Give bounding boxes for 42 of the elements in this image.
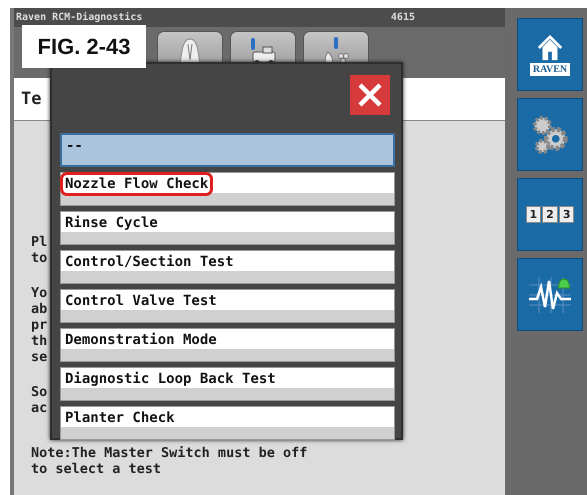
figure-label: FIG. 2-43 (22, 25, 146, 68)
close-icon (356, 81, 384, 109)
page-heading: Te (21, 89, 42, 109)
option-label: Demonstration Mode (64, 331, 218, 350)
instruction-text: se (31, 349, 48, 365)
test-option[interactable]: Control/Section Test (60, 250, 395, 284)
window-title: Raven RCM-Diagnostics (16, 12, 142, 23)
keypad-digit: 3 (558, 206, 574, 223)
instruction-text: So (31, 384, 48, 400)
option-label: Control/Section Test (64, 253, 235, 272)
instruction-text: Yo (31, 285, 48, 301)
test-option[interactable]: Diagnostic Loop Back Test (60, 367, 395, 401)
test-option[interactable]: -- (60, 133, 395, 167)
instruction-text: to select a test (31, 461, 162, 477)
keypad-button[interactable]: 1 2 3 (517, 178, 583, 251)
option-label: -- (65, 137, 84, 156)
home-button[interactable]: RAVEN (517, 18, 583, 91)
instruction-text: ac (31, 400, 48, 416)
instruction-text: pr (31, 317, 48, 333)
highlighted-label: Nozzle Flow Check (60, 172, 214, 196)
keypad-digit: 1 (526, 206, 542, 223)
diagnostics-button[interactable] (517, 258, 583, 331)
close-button[interactable] (350, 75, 390, 115)
settings-button[interactable] (517, 98, 583, 171)
home-icon (535, 34, 565, 62)
instruction-text: Note:The Master Switch must be off (31, 445, 308, 461)
test-option[interactable]: Nozzle Flow Check (60, 172, 395, 206)
instruction-text: Pl (31, 234, 48, 250)
test-option[interactable]: Rinse Cycle (60, 211, 395, 245)
option-label: Planter Check (64, 409, 176, 428)
option-label: Rinse Cycle (64, 214, 159, 233)
instruction-text: to (31, 250, 48, 266)
option-label: Control Valve Test (64, 292, 218, 311)
instruction-text: th (31, 333, 48, 349)
logo-text: RAVEN (530, 62, 570, 76)
test-option[interactable]: Demonstration Mode (60, 328, 395, 362)
instruction-text: ab (31, 301, 48, 317)
option-label: Diagnostic Loop Back Test (64, 370, 277, 389)
device-code: 4615 (390, 12, 415, 23)
keypad-digit: 2 (542, 206, 558, 223)
test-option[interactable]: Planter Check (60, 406, 395, 440)
test-option[interactable]: Control Valve Test (60, 289, 395, 323)
